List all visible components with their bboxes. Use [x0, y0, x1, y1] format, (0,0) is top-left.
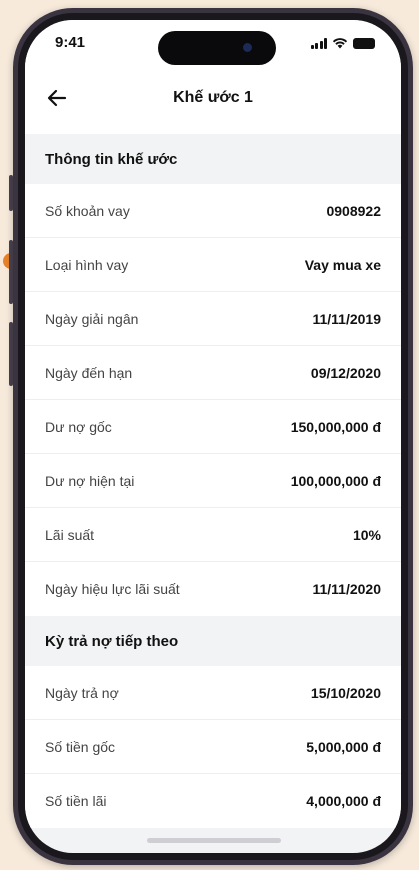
dynamic-island	[158, 31, 276, 65]
row-label: Loại hình vay	[45, 256, 129, 273]
row-label: Lãi suất	[45, 526, 95, 543]
info-row-disbursement-date: Ngày giải ngân 11/11/2019	[25, 292, 401, 346]
row-value: Vay mua xe	[304, 256, 381, 273]
row-label: Dư nợ hiện tại	[45, 472, 135, 489]
row-value: 10%	[352, 526, 381, 543]
row-label: Ngày trả nợ	[45, 684, 119, 701]
info-row-due-date: Ngày đến hạn 09/12/2020	[25, 346, 401, 400]
row-value: 0908922	[326, 202, 381, 219]
row-label: Ngày giải ngân	[45, 310, 139, 327]
row-value: 15/10/2020	[310, 684, 381, 701]
wifi-icon	[332, 38, 348, 49]
row-value: 11/11/2020	[312, 581, 381, 597]
row-label: Ngày đến hạn	[45, 364, 133, 381]
row-label: Số tiền lãi	[45, 793, 107, 809]
row-value: 4,000,000 đ	[306, 793, 381, 809]
row-label: Số khoản vay	[45, 202, 130, 219]
home-indicator[interactable]	[147, 838, 281, 843]
section-heading-contract-info: Thông tin khế ước	[25, 134, 401, 184]
status-icons	[310, 37, 375, 49]
info-row-loan-type: Loại hình vay Vay mua xe	[25, 238, 401, 292]
camera-icon	[243, 43, 252, 52]
row-value: 150,000,000 đ	[290, 418, 381, 435]
info-row-rate-effective-date: Ngày hiệu lực lãi suất 11/11/2020	[25, 562, 401, 616]
info-row-interest-rate: Lãi suất 10%	[25, 508, 401, 562]
info-row-principal-amount: Số tiền gốc 5,000,000 đ	[25, 720, 401, 774]
row-label: Dư nợ gốc	[45, 418, 112, 435]
info-row-interest-amount: Số tiền lãi 4,000,000 đ	[25, 774, 401, 828]
status-bar: 9:41	[25, 20, 401, 70]
row-label: Ngày hiệu lực lãi suất	[45, 581, 180, 597]
nav-bar: Khế ước 1	[25, 70, 401, 134]
info-row-payment-date: Ngày trả nợ 15/10/2020	[25, 666, 401, 720]
page-title: Khế ước 1	[173, 89, 253, 106]
info-row-original-principal: Dư nợ gốc 150,000,000 đ	[25, 400, 401, 454]
row-value: 5,000,000 đ	[306, 738, 381, 755]
row-value: 09/12/2020	[310, 364, 381, 381]
phone-frame: 9:41 Khế ước 1 Thông tin khế ước Số khoả…	[13, 8, 413, 865]
phone-bezel: 9:41 Khế ước 1 Thông tin khế ước Số khoả…	[18, 13, 408, 860]
screen: 9:41 Khế ước 1 Thông tin khế ước Số khoả…	[25, 20, 401, 853]
next-payment-list: Ngày trả nợ 15/10/2020 Số tiền gốc 5,000…	[25, 666, 401, 828]
contract-info-list: Số khoản vay 0908922 Loại hình vay Vay m…	[25, 184, 401, 616]
row-value: 100,000,000 đ	[290, 472, 381, 489]
status-time: 9:41	[55, 34, 86, 51]
signal-icon	[310, 37, 327, 49]
info-row-current-balance: Dư nợ hiện tại 100,000,000 đ	[25, 454, 401, 508]
row-value: 11/11/2019	[312, 310, 381, 327]
info-row-loan-number: Số khoản vay 0908922	[25, 184, 401, 238]
battery-icon	[353, 37, 375, 49]
row-label: Số tiền gốc	[45, 738, 116, 755]
section-heading-next-payment: Kỳ trả nợ tiếp theo	[25, 616, 401, 666]
